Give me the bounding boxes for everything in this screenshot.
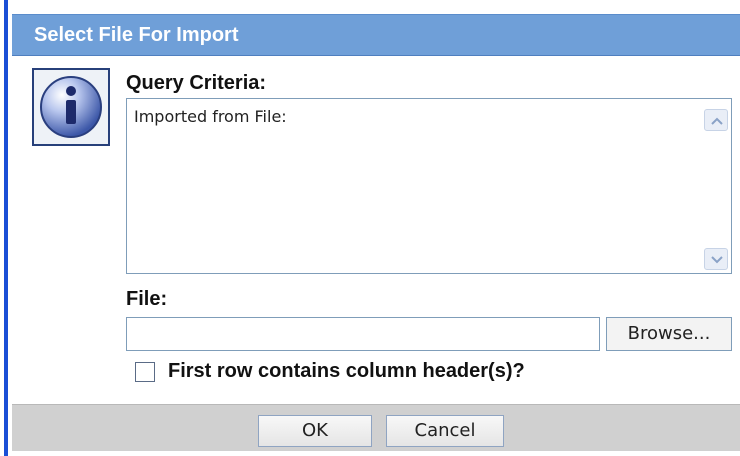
query-criteria-textarea[interactable]: Imported from File:: [126, 98, 732, 274]
info-icon: [32, 68, 110, 146]
ok-button[interactable]: OK: [258, 415, 372, 447]
browse-button[interactable]: Browse...: [606, 317, 732, 351]
scroll-down-button[interactable]: [704, 248, 728, 270]
import-dialog: Select File For Import Query Criteria: I…: [8, 0, 740, 456]
window-left-border: [0, 0, 8, 456]
scroll-up-button[interactable]: [704, 109, 728, 131]
dialog-title: Select File For Import: [34, 24, 239, 46]
chevron-up-icon: [711, 117, 723, 125]
file-path-input[interactable]: [126, 317, 600, 351]
query-criteria-label: Query Criteria:: [126, 72, 267, 94]
dialog-footer: OK Cancel: [12, 404, 740, 451]
dialog-titlebar: Select File For Import: [12, 14, 740, 56]
query-criteria-text: Imported from File:: [134, 107, 287, 126]
cancel-button[interactable]: Cancel: [386, 415, 504, 447]
column-header-checkbox[interactable]: [135, 362, 155, 382]
file-label: File:: [126, 288, 168, 310]
column-header-checkbox-label: First row contains column header(s)?: [168, 360, 525, 382]
chevron-down-icon: [711, 256, 723, 264]
